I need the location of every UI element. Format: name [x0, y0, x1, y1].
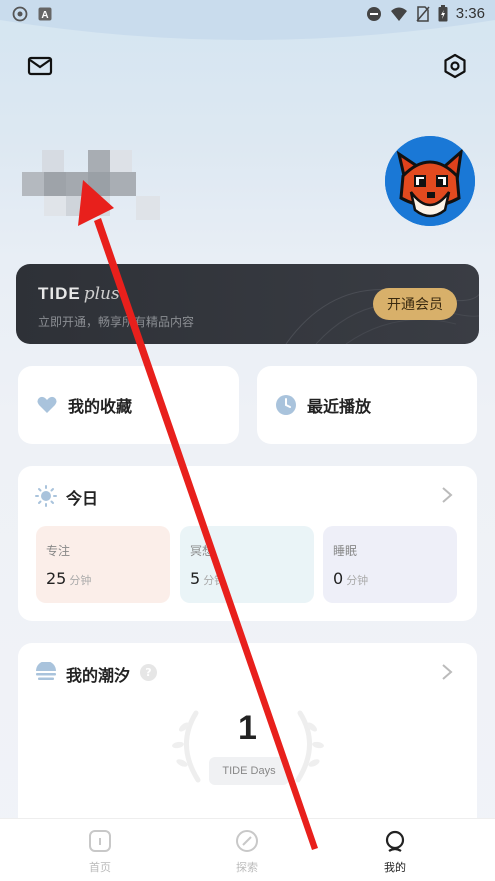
chevron-right-icon[interactable]	[441, 663, 453, 681]
battery-icon	[438, 5, 448, 22]
bottom-tab-bar: 首页 探索 我的	[0, 818, 495, 881]
status-bar: A 3:36	[0, 0, 495, 28]
meditation-stat[interactable]: 冥想 5 分钟	[180, 526, 314, 603]
tab-explore-label: 探索	[236, 861, 258, 874]
clock-icon	[276, 395, 296, 415]
vip-subtitle: 立即开通，畅享所有精品内容	[38, 315, 195, 329]
open-membership-button[interactable]: 开通会员	[373, 288, 457, 320]
settings-button[interactable]	[440, 51, 470, 81]
vip-banner[interactable]: TIDE plus 立即开通，畅享所有精品内容 开通会员	[16, 264, 479, 344]
heart-icon	[37, 396, 57, 413]
tab-explore[interactable]: 探索	[187, 819, 307, 881]
tide-icon	[36, 662, 56, 680]
favorites-card[interactable]: 我的收藏	[18, 366, 239, 444]
tab-home-label: 首页	[89, 861, 111, 874]
help-icon[interactable]: ?	[140, 664, 157, 681]
mail-button[interactable]	[25, 51, 55, 81]
my-tide-title: 我的潮汐	[66, 666, 131, 685]
avatar[interactable]	[385, 136, 475, 226]
favorites-label: 我的收藏	[68, 397, 133, 416]
focus-stat-value: 25 分钟	[46, 569, 92, 588]
sleep-stat-value: 0 分钟	[333, 569, 369, 588]
today-card[interactable]: 今日 专注 25 分钟 冥想 5 分钟 睡眠 0 分钟	[18, 466, 477, 621]
tide-days-label: TIDE Days	[209, 757, 289, 785]
chevron-right-icon[interactable]	[441, 486, 453, 504]
mail-icon	[27, 56, 53, 76]
tide-days-count: 1	[238, 709, 257, 747]
recent-played-card[interactable]: 最近播放	[257, 366, 477, 444]
fox-avatar-icon	[385, 136, 475, 226]
profile-icon	[385, 830, 405, 852]
sun-icon	[35, 485, 57, 507]
sleep-stat[interactable]: 睡眠 0 分钟	[323, 526, 457, 603]
username-pixelated[interactable]	[22, 150, 162, 230]
app-a-icon: A	[38, 7, 52, 21]
vip-brand-plus: plus	[83, 284, 120, 304]
svg-text:A: A	[41, 10, 48, 21]
no-sim-icon	[416, 5, 430, 22]
my-tide-card[interactable]: 我的潮汐 ? 1 TIDE Days	[18, 643, 477, 843]
tab-mine-label: 我的	[384, 861, 406, 874]
vip-brand: TIDE plus	[38, 284, 120, 304]
meditation-stat-value: 5 分钟	[190, 569, 226, 588]
clock-time: 3:36	[455, 5, 485, 22]
meditation-stat-name: 冥想	[190, 544, 215, 558]
today-title: 今日	[66, 489, 99, 508]
settings-icon	[444, 53, 466, 79]
compass-icon	[236, 830, 258, 852]
sleep-stat-name: 睡眠	[333, 544, 358, 558]
dnd-icon	[366, 6, 381, 21]
home-icon	[89, 830, 111, 852]
recent-played-label: 最近播放	[307, 397, 372, 416]
wifi-icon	[390, 7, 407, 21]
tab-home[interactable]: 首页	[40, 819, 160, 881]
record-icon	[12, 6, 28, 22]
focus-stat[interactable]: 专注 25 分钟	[36, 526, 170, 603]
tab-mine[interactable]: 我的	[335, 819, 455, 881]
focus-stat-name: 专注	[46, 544, 71, 558]
